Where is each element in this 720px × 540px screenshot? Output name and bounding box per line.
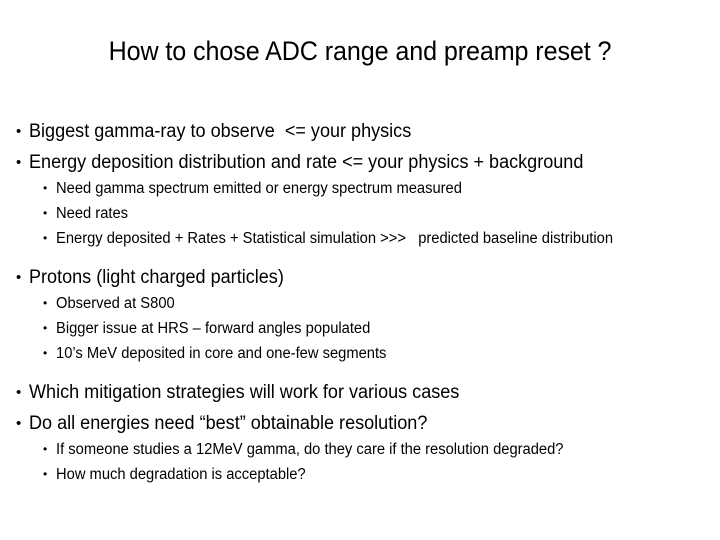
bullet-point-icon: •: [16, 123, 22, 140]
bullet-item-level2: • 10’s MeV deposited in core and one-few …: [0, 341, 720, 366]
bullet-point-icon: •: [43, 346, 48, 360]
bullet-text: If someone studies a 12MeV gamma, do the…: [56, 441, 564, 458]
bullet-item-level1: • Which mitigation strategies will work f…: [0, 379, 720, 406]
bullet-text: Need rates: [56, 205, 129, 222]
bullet-item-level2: • Bigger issue at HRS – forward angles po…: [0, 316, 720, 341]
bullet-text: Bigger issue at HRS – forward angles pop…: [56, 320, 371, 337]
bullet-point-icon: •: [16, 415, 22, 432]
bullet-text: Energy deposited + Rates + Statistical s…: [56, 230, 614, 247]
bullet-text: Biggest gamma-ray to observe <= your phy…: [29, 121, 412, 142]
bullet-point-icon: •: [43, 321, 48, 335]
bullet-text: Observed at S800: [56, 295, 175, 312]
bullet-point-icon: •: [43, 467, 48, 481]
bullet-text: How much degradation is acceptable?: [56, 466, 306, 483]
bullet-point-icon: •: [43, 206, 48, 220]
bullet-point-icon: •: [16, 384, 22, 401]
slide-title: How to chose ADC range and preamp reset …: [108, 36, 612, 66]
bullet-text: Protons (light charged particles): [29, 267, 284, 288]
bullet-text: Energy deposition distribution and rate …: [29, 152, 584, 173]
bullet-item-level1: • Do all energies need “best” obtainable …: [0, 410, 720, 437]
bullet-item-level2: • If someone studies a 12MeV gamma, do th…: [0, 437, 720, 462]
bullet-item-level2: • Need rates: [0, 201, 720, 226]
bullet-item-level1: • Protons (light charged particles): [0, 264, 720, 291]
bullet-item-level1: • Biggest gamma-ray to observe <= your ph…: [0, 118, 720, 145]
slide-canvas: How to chose ADC range and preamp reset …: [0, 0, 720, 540]
bullet-text: Need gamma spectrum emitted or energy sp…: [56, 180, 462, 197]
bullet-text: Do all energies need “best” obtainable r…: [29, 413, 428, 434]
bullet-text: 10’s MeV deposited in core and one-few s…: [56, 345, 387, 362]
bullet-text: Which mitigation strategies will work fo…: [29, 382, 460, 403]
bullet-item-level2: • Energy deposited + Rates + Statistical …: [0, 226, 720, 251]
bullet-point-icon: •: [16, 269, 22, 286]
bullet-item-level2: • Observed at S800: [0, 291, 720, 316]
bullet-item-level1: • Energy deposition distribution and rate…: [0, 149, 720, 176]
bullet-item-level2: • Need gamma spectrum emitted or energy s…: [0, 176, 720, 201]
slide-body-bullet-list: • Biggest gamma-ray to observe <= your ph…: [0, 118, 720, 487]
bullet-point-icon: •: [43, 296, 48, 310]
bullet-item-level2: • How much degradation is acceptable?: [0, 462, 720, 487]
bullet-point-icon: •: [43, 442, 48, 456]
bullet-point-icon: •: [16, 154, 22, 171]
bullet-point-icon: •: [43, 231, 48, 245]
bullet-point-icon: •: [43, 181, 48, 195]
